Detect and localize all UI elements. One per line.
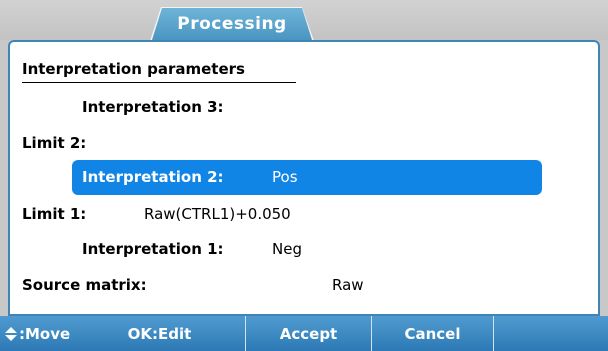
limit-1-value[interactable]: Raw(CTRL1)+0.050: [144, 205, 291, 223]
up-down-arrows-icon: [5, 326, 17, 341]
ok-edit-label: OK:Edit: [127, 324, 192, 343]
section-divider: [22, 82, 296, 83]
interpretation-2-label: Interpretation 2:: [82, 168, 224, 186]
interpretation-3-label[interactable]: Interpretation 3:: [82, 98, 224, 116]
interpretation-1-label[interactable]: Interpretation 1:: [82, 240, 224, 258]
interpretation-2-row-selected[interactable]: Interpretation 2: Pos: [72, 160, 542, 195]
section-title: Interpretation parameters: [22, 60, 245, 78]
cancel-button[interactable]: Cancel: [372, 316, 494, 351]
limit-2-label[interactable]: Limit 2:: [22, 134, 86, 152]
move-hint-label: :Move: [19, 324, 71, 343]
accept-label: Accept: [279, 324, 338, 343]
limit-1-label[interactable]: Limit 1:: [22, 205, 86, 223]
top-bar: Processing: [0, 0, 608, 41]
parameters-panel: Interpretation parameters Interpretation…: [8, 40, 600, 316]
screen: Processing Interpretation parameters Int…: [0, 0, 608, 351]
softkey-bar: :Move OK:Edit Accept Cancel: [0, 316, 608, 351]
interpretation-2-value: Pos: [272, 168, 298, 186]
source-matrix-label[interactable]: Source matrix:: [22, 276, 147, 294]
tab-processing[interactable]: Processing: [152, 8, 312, 40]
accept-button[interactable]: Accept: [246, 316, 372, 351]
empty-softkey[interactable]: [494, 316, 608, 351]
cancel-label: Cancel: [404, 324, 461, 343]
move-hint: :Move: [0, 316, 74, 351]
source-matrix-value[interactable]: Raw: [332, 276, 364, 294]
ok-edit-hint: OK:Edit: [74, 316, 246, 351]
interpretation-1-value[interactable]: Neg: [272, 240, 302, 258]
